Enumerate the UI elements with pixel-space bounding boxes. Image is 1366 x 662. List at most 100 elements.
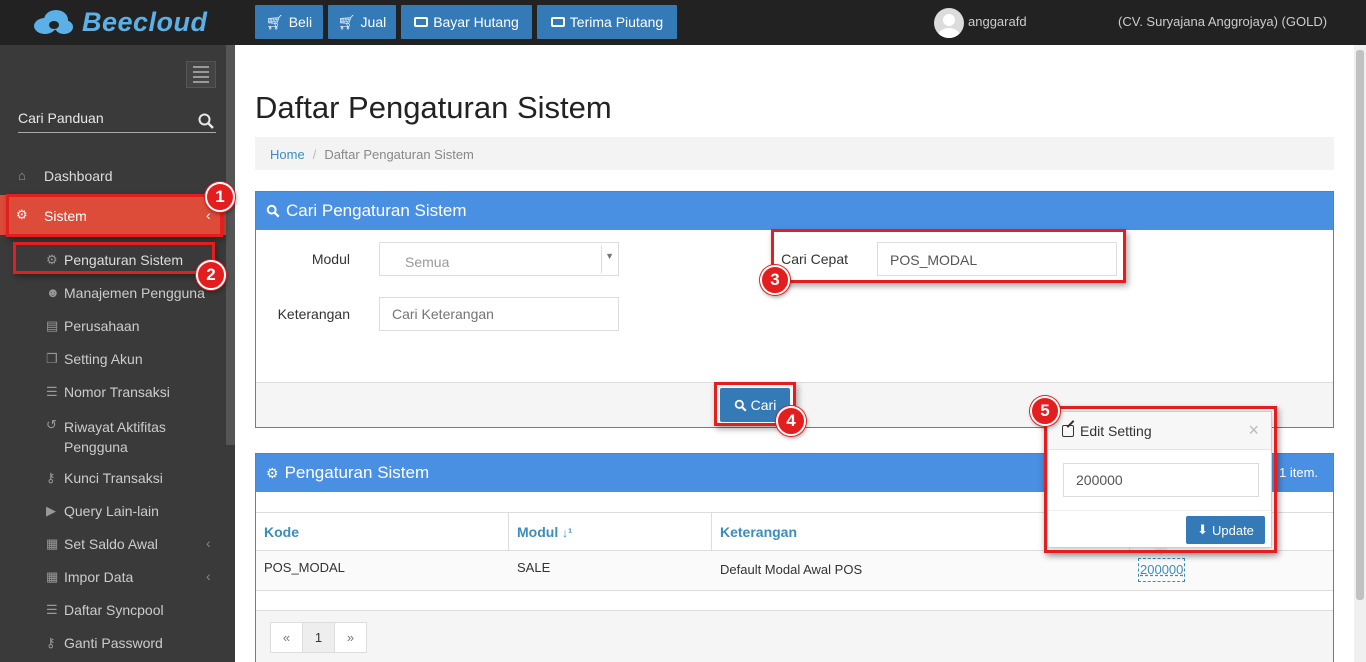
key-icon: ⚷ xyxy=(46,470,56,485)
users-icon: ☻ xyxy=(46,285,60,300)
search-icon xyxy=(266,204,280,218)
pagination-page-1[interactable]: 1 xyxy=(302,622,335,653)
play-icon: ▶ xyxy=(46,503,56,518)
dropdown-arrow-icon: ▼ xyxy=(605,251,614,261)
sidebar-item-label: Perusahaan xyxy=(64,318,140,334)
sidebar-item-kunci-transaksi[interactable]: ⚷ Kunci Transaksi xyxy=(0,467,226,489)
keterangan-input[interactable] xyxy=(379,297,619,331)
copy-icon: ❐ xyxy=(46,351,58,366)
annotation-badge-4: 4 xyxy=(776,406,806,436)
sidebar-item-label: Daftar Syncpool xyxy=(64,602,164,618)
search-icon[interactable] xyxy=(198,113,214,129)
breadcrumb-home-link[interactable]: Home xyxy=(270,147,305,162)
table-icon: ▦ xyxy=(46,536,59,551)
results-count: 1 item. xyxy=(1279,465,1319,480)
chevron-left-icon: ‹ xyxy=(206,535,211,551)
app-name: Beecloud xyxy=(82,6,208,37)
avatar[interactable] xyxy=(934,8,964,38)
sidebar-item-perusahaan[interactable]: ▤ Perusahaan xyxy=(0,315,226,337)
table-cell-modul: SALE xyxy=(517,560,551,575)
gears-icon: ⚙ xyxy=(266,464,279,481)
bayar-hutang-label: Bayar Hutang xyxy=(433,14,519,30)
guide-search-placeholder: Cari Panduan xyxy=(18,110,104,126)
search-panel-title: Cari Pengaturan Sistem xyxy=(286,201,467,220)
money-icon xyxy=(550,17,565,27)
table-icon: ▦ xyxy=(46,569,59,584)
pagination-prev-button[interactable]: « xyxy=(270,622,303,653)
sidebar-item-label: Manajemen Pengguna xyxy=(64,285,205,301)
menu-toggle-button[interactable] xyxy=(186,61,216,88)
home-icon: ⌂ xyxy=(18,168,26,183)
sidebar-item-dashboard[interactable]: ⌂ Dashboard xyxy=(0,163,226,189)
history-icon: ↺ xyxy=(46,417,57,432)
pagination: « 1 » xyxy=(270,622,367,653)
table-cell-keterangan: Default Modal Awal POS xyxy=(720,562,863,577)
column-header-kode[interactable]: Kode xyxy=(264,524,299,540)
jual-button[interactable]: 🛒︎ Jual xyxy=(328,5,396,39)
sidebar-item-ganti-password[interactable]: ⚷ Ganti Password xyxy=(0,632,226,654)
pagination-next-button[interactable]: » xyxy=(334,622,367,653)
sidebar-item-label: Impor Data xyxy=(64,569,134,585)
list-icon: ☰ xyxy=(46,602,58,617)
column-header-keterangan[interactable]: Keterangan xyxy=(720,524,797,540)
column-header-modul[interactable]: Modul ↓¹ xyxy=(517,524,572,540)
table-cell-kode: POS_MODAL xyxy=(264,560,345,575)
annotation-badge-1: 1 xyxy=(205,182,235,212)
sidebar-item-label: Dashboard xyxy=(44,168,113,184)
keterangan-label: Keterangan xyxy=(277,306,350,322)
annotation-badge-3: 3 xyxy=(760,265,790,295)
sidebar-item-label: Set Saldo Awal xyxy=(64,536,158,552)
page-title: Daftar Pengaturan Sistem xyxy=(255,90,612,125)
annotation-badge-2: 2 xyxy=(196,260,226,290)
modul-label: Modul xyxy=(311,251,350,267)
app-logo[interactable]: Beecloud xyxy=(32,5,208,39)
sidebar-item-set-saldo-awal[interactable]: ▦ Set Saldo Awal ‹ xyxy=(0,533,226,555)
annotation-box-1 xyxy=(6,194,223,237)
sort-numeric-icon: ↓¹ xyxy=(562,526,573,540)
editable-value-link[interactable]: 200000 xyxy=(1138,558,1186,582)
sidebar-item-nomor-transaksi[interactable]: ☰ Nomor Transaksi xyxy=(0,381,226,403)
user-silhouette-icon xyxy=(938,14,960,38)
modul-select-value: Semua xyxy=(405,254,450,270)
terima-piutang-button[interactable]: Terima Piutang xyxy=(537,5,677,39)
sidebar-item-label: Nomor Transaksi xyxy=(64,384,170,400)
cart-icon: 🛒︎ xyxy=(265,13,284,30)
beli-label: Beli xyxy=(288,14,313,30)
money-icon xyxy=(414,17,429,27)
annotation-badge-5: 5 xyxy=(1030,396,1060,426)
annotation-box-3 xyxy=(771,229,1126,283)
sidebar-item-query-lain[interactable]: ▶ Query Lain-lain xyxy=(0,500,226,522)
terima-piutang-label: Terima Piutang xyxy=(569,14,664,30)
sidebar-item-daftar-syncpool[interactable]: ☰ Daftar Syncpool xyxy=(0,599,226,621)
breadcrumb: Home / Daftar Pengaturan Sistem xyxy=(255,137,1334,170)
sidebar-item-impor-data[interactable]: ▦ Impor Data ‹ xyxy=(0,566,226,588)
results-panel-title: Pengaturan Sistem xyxy=(284,463,430,482)
sidebar-item-label: Ganti Password xyxy=(64,635,163,651)
sidebar-scrollbar[interactable] xyxy=(226,45,235,445)
clipboard-icon: ▤ xyxy=(46,318,59,333)
list-icon: ☰ xyxy=(46,384,58,399)
sidebar-item-label: Setting Akun xyxy=(64,351,143,367)
cart-icon: 🛒︎ xyxy=(337,13,356,30)
column-header-label: Modul xyxy=(517,524,559,540)
cloud-logo-icon xyxy=(34,10,73,34)
search-panel-header: Cari Pengaturan Sistem xyxy=(256,192,1333,230)
sidebar-item-setting-akun[interactable]: ❐ Setting Akun xyxy=(0,348,226,370)
jual-label: Jual xyxy=(360,14,387,30)
bayar-hutang-button[interactable]: Bayar Hutang xyxy=(401,5,532,39)
sidebar-item-riwayat-aktifitas[interactable]: ↺ Riwayat Aktifitas Pengguna xyxy=(0,414,226,458)
sidebar-item-label: Riwayat Aktifitas Pengguna xyxy=(64,419,166,455)
breadcrumb-current: Daftar Pengaturan Sistem xyxy=(324,147,474,162)
modul-select[interactable]: Semua ▼ xyxy=(379,242,619,276)
company-name: (CV. Suryajana Anggrojaya) (GOLD) xyxy=(1118,14,1328,29)
user-name[interactable]: anggarafd xyxy=(968,14,1027,29)
guide-search-input[interactable]: Cari Panduan xyxy=(18,110,216,133)
sidebar-item-label: Kunci Transaksi xyxy=(64,470,163,486)
page-scrollbar-thumb[interactable] xyxy=(1356,50,1364,600)
beli-button[interactable]: 🛒︎ Beli xyxy=(255,5,323,39)
annotation-box-2 xyxy=(13,242,215,274)
annotation-box-5 xyxy=(1044,406,1277,553)
chevron-left-icon: ‹ xyxy=(206,568,211,584)
key-icon: ⚷ xyxy=(46,635,56,650)
sidebar-item-manajemen-pengguna[interactable]: ☻ Manajemen Pengguna xyxy=(0,282,226,304)
